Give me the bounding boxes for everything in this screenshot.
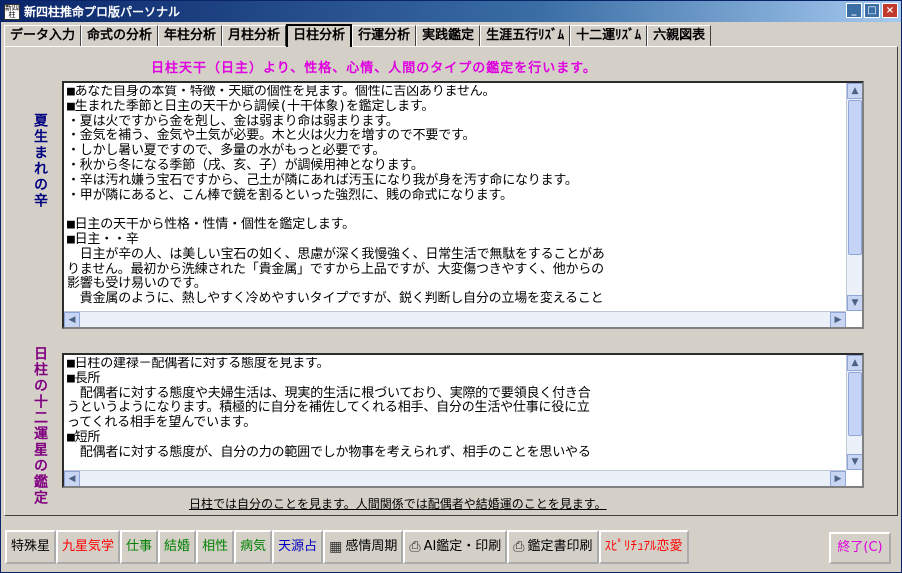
minimize-icon[interactable]: _ (846, 3, 862, 18)
bottom-button-11[interactable]: ｽﾋﾟﾘﾁｭｱﾙ恋愛 (598, 530, 689, 564)
tab-2[interactable]: 命式の分析 (81, 25, 159, 46)
tab-bar: データ入力 命式の分析 年柱分析 月柱分析 日柱分析 行運分析 実践鑑定 生涯五行ﾘｽﾞﾑ 十二… (4, 24, 712, 47)
scroll-thumb[interactable] (848, 100, 862, 255)
window-controls: _ □ × (846, 3, 898, 18)
app-icon: 新四柱 (4, 3, 20, 20)
bottom-button-label: 鑑定書印刷 (527, 539, 593, 554)
tab-1[interactable]: データ入力 (4, 25, 82, 46)
printer-icon: ⎙ (513, 539, 525, 555)
scroll-thumb[interactable] (848, 372, 862, 436)
bottom-button-label: 特殊星 (11, 539, 51, 554)
scroll-left-icon[interactable]: ◀ (64, 471, 80, 486)
bottom-button-7[interactable]: 天源占 (272, 530, 324, 564)
vertical-scrollbar[interactable]: ▲ ▼ (846, 355, 862, 470)
bottom-button-9[interactable]: ⎙ AI鑑定・印刷 (403, 530, 508, 564)
printer-icon: ⎙ (409, 539, 421, 555)
app-window: 新四柱 新四柱推命プロ版パーソナル _ □ × データ入力 命式の分析 年柱分析 月柱… (0, 0, 902, 573)
scroll-down-icon[interactable]: ▼ (847, 454, 862, 470)
scroll-left-icon[interactable]: ◀ (64, 312, 80, 327)
bottom-button-1[interactable]: 特殊星 (5, 530, 57, 564)
day-stem-text-area[interactable]: ■あなた自身の本質・特徴・天賦の個性を見ます。個性に吉凶ありません。 ■生まれた… (62, 81, 864, 329)
tab-4[interactable]: 月柱分析 (222, 25, 287, 46)
bottom-button-label: ｽﾋﾟﾘﾁｭｱﾙ恋愛 (604, 539, 683, 554)
title-bar: 新四柱 新四柱推命プロ版パーソナル _ □ × (1, 1, 901, 22)
bottom-button-label: 天源占 (278, 539, 318, 554)
bottom-toolbar: 特殊星 九星気学 仕事 結婚 相性 病気 天源占 ▦ 感情周期 ⎙ AI鑑定・印刷 ⎙ 鑑定書印刷 ｽﾋﾟ… (5, 530, 689, 564)
bottom-button-label: 感情周期 (345, 539, 398, 554)
twelve-stage-text-area[interactable]: ■日柱の建禄－配偶者に対する態度を見ます。 ■長所 配偶者に対する態度や夫婦生活… (62, 353, 864, 488)
scroll-right-icon[interactable]: ▶ (830, 312, 846, 327)
bottom-button-label: 相性 (202, 539, 229, 554)
season-label: 夏生まれの辛 (32, 113, 48, 209)
bottom-button-10[interactable]: ⎙ 鑑定書印刷 (507, 530, 599, 564)
window-title: 新四柱推命プロ版パーソナル (24, 5, 181, 19)
tab-3[interactable]: 年柱分析 (158, 25, 223, 46)
vertical-scrollbar[interactable]: ▲ ▼ (846, 83, 862, 311)
bottom-button-2[interactable]: 九星気学 (56, 530, 121, 564)
page-heading: 日柱天干（日主）より、性格、心情、人間のタイプの鑑定を行います。 (151, 61, 597, 76)
tab-10[interactable]: 六親図表 (647, 25, 712, 46)
tab-8[interactable]: 生涯五行ﾘｽﾞﾑ (480, 25, 571, 46)
tab-7[interactable]: 実践鑑定 (416, 25, 481, 46)
bottom-button-8[interactable]: ▦ 感情周期 (323, 530, 404, 564)
scroll-up-icon[interactable]: ▲ (847, 83, 862, 99)
calendar-icon: ▦ (329, 539, 343, 555)
twelve-stage-text: ■日柱の建禄－配偶者に対する態度を見ます。 ■長所 配偶者に対する態度や夫婦生活… (67, 357, 591, 460)
bottom-button-label: 九星気学 (62, 539, 115, 554)
bottom-button-label: 病気 (240, 539, 267, 554)
day-stem-text: ■あなた自身の本質・特徴・天賦の個性を見ます。個性に吉凶ありません。 ■生まれた… (67, 85, 605, 307)
bottom-button-4[interactable]: 結婚 (158, 530, 197, 564)
tab-9[interactable]: 十二運ﾘｽﾞﾑ (570, 25, 648, 46)
tab-6[interactable]: 行運分析 (352, 25, 417, 46)
bottom-button-label: 仕事 (126, 539, 153, 554)
bottom-button-label: 結婚 (164, 539, 191, 554)
scroll-right-icon[interactable]: ▶ (830, 471, 846, 486)
footer-note: 日柱では自分のことを見ます。人間関係では配偶者や結婚運のことを見ます。 (189, 497, 607, 511)
close-icon[interactable]: × (882, 3, 898, 18)
bottom-button-5[interactable]: 相性 (196, 530, 235, 564)
tab-5[interactable]: 日柱分析 (286, 24, 353, 47)
bottom-button-label: AI鑑定・印刷 (423, 539, 502, 554)
bottom-button-3[interactable]: 仕事 (120, 530, 159, 564)
exit-button[interactable]: 終了(C) (829, 532, 891, 564)
twelve-stage-label: 日柱の十二運星の鑑定 (32, 346, 48, 506)
horizontal-scrollbar[interactable]: ◀ ▶ (64, 311, 846, 327)
maximize-icon[interactable]: □ (864, 3, 880, 18)
scroll-down-icon[interactable]: ▼ (847, 295, 862, 311)
bottom-button-6[interactable]: 病気 (234, 530, 273, 564)
scroll-up-icon[interactable]: ▲ (847, 355, 862, 371)
horizontal-scrollbar[interactable]: ◀ ▶ (64, 470, 846, 486)
